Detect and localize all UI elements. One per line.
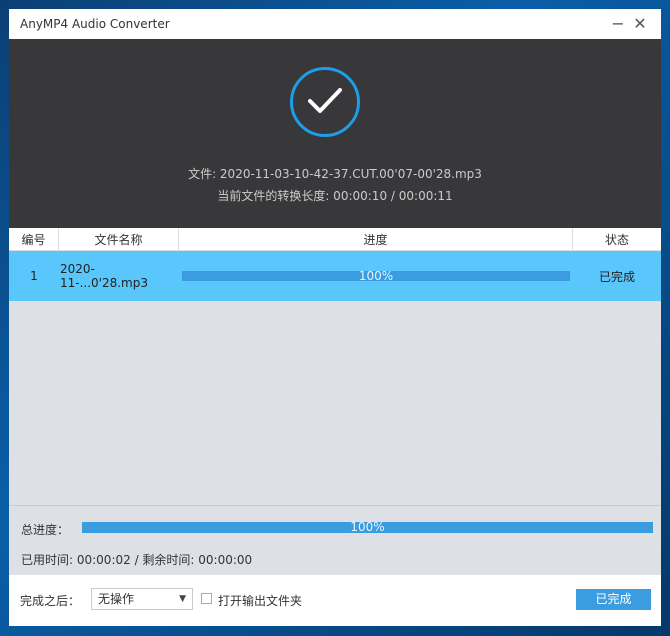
header-progress: 进度 bbox=[179, 228, 573, 250]
after-completion-select[interactable]: 无操作 ▼ bbox=[91, 588, 193, 610]
row-progress-label: 100% bbox=[358, 269, 394, 283]
row-state: 已完成 bbox=[598, 269, 635, 284]
open-folder-label[interactable]: 打开输出文件夹 bbox=[218, 592, 302, 609]
window-title: AnyMP4 Audio Converter bbox=[20, 17, 170, 31]
conversion-length-text: 当前文件的转换长度: 00:00:10 / 00:00:11 bbox=[217, 189, 453, 203]
time-info: 已用时间: 00:00:02 / 剩余时间: 00:00:00 bbox=[21, 553, 253, 567]
chevron-down-icon: ▼ bbox=[179, 594, 186, 604]
after-completion-value: 无操作 bbox=[98, 592, 135, 606]
current-file-text: 文件: 2020-11-03-10-42-37.CUT.00'07-00'28.… bbox=[188, 167, 482, 181]
row-progress-bar: 100% bbox=[182, 269, 570, 283]
title-bar: AnyMP4 Audio Converter − ✕ bbox=[9, 9, 661, 39]
total-progress-label: 总进度： bbox=[21, 523, 70, 537]
status-panel: 文件: 2020-11-03-10-42-37.CUT.00'07-00'28.… bbox=[9, 39, 661, 228]
header-index: 编号 bbox=[9, 228, 59, 250]
close-button[interactable]: ✕ bbox=[631, 15, 649, 33]
summary-panel: 总进度： 100% 已用时间: 00:00:02 / 剩余时间: 00:00:0… bbox=[9, 301, 661, 575]
open-folder-checkbox[interactable] bbox=[201, 593, 212, 604]
after-completion-label: 完成之后： bbox=[20, 594, 81, 608]
done-button[interactable]: 已完成 bbox=[576, 589, 651, 610]
converter-window: AnyMP4 Audio Converter − ✕ 文件: 2020-11-0… bbox=[9, 9, 661, 626]
table-row[interactable]: 1 2020-11-...0'28.mp3 100% 已完成 bbox=[9, 251, 661, 301]
header-state: 状态 bbox=[604, 232, 629, 247]
row-progress-cell: 100% bbox=[179, 269, 573, 283]
divider bbox=[9, 505, 661, 506]
table-header: 编号 文件名称 进度 状态 bbox=[9, 228, 661, 251]
row-index: 1 bbox=[30, 269, 38, 283]
check-circle-icon bbox=[290, 67, 360, 137]
minimize-button[interactable]: − bbox=[609, 15, 627, 33]
total-progress-value: 100% bbox=[350, 520, 385, 534]
row-filename: 2020-11-...0'28.mp3 bbox=[60, 262, 149, 290]
total-progress-bar: 100% bbox=[82, 520, 653, 534]
header-filename: 文件名称 bbox=[59, 228, 179, 250]
footer: 完成之后： 无操作 ▼ 打开输出文件夹 已完成 bbox=[9, 575, 661, 626]
